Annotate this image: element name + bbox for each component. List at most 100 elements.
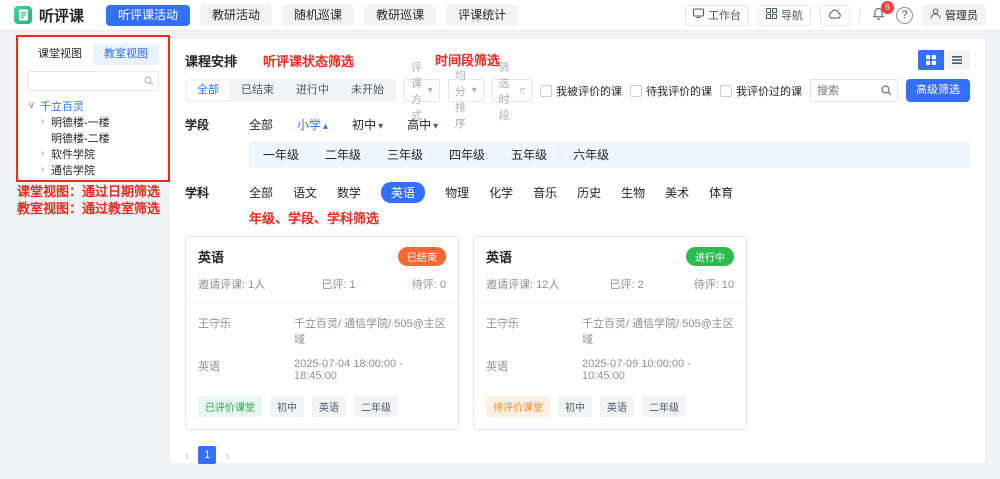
stage-option-primary[interactable]: 小学▴ xyxy=(297,116,328,133)
annotation-status-filter: 听评课状态筛选 xyxy=(263,51,354,70)
status-tab-all[interactable]: 全部 xyxy=(187,81,229,100)
subject-option-all[interactable]: 全部 xyxy=(249,184,273,201)
subject-option-art[interactable]: 美术 xyxy=(665,184,689,201)
chevron-right-icon[interactable]: › xyxy=(38,148,47,159)
checkbox-i-reviewed[interactable]: 我评价过的课 xyxy=(720,83,802,99)
subject-option-pe[interactable]: 体育 xyxy=(709,184,733,201)
top-right-actions: 工作台 导航 6 ? 管理员 xyxy=(685,5,986,26)
status-segmented-control: 全部 已结束 进行中 未开始 xyxy=(185,79,396,102)
tag: 初中 xyxy=(558,396,592,417)
subject-option-math[interactable]: 数学 xyxy=(337,184,361,201)
status-badge: 已结束 xyxy=(398,247,446,266)
subject-option-biology[interactable]: 生物 xyxy=(621,184,645,201)
grade-option-4[interactable]: 四年级 xyxy=(449,146,485,163)
list-view-button[interactable] xyxy=(944,50,970,70)
workbench-button[interactable]: 工作台 xyxy=(685,5,749,26)
tag: 初中 xyxy=(270,396,304,417)
status-tab-in-progress[interactable]: 进行中 xyxy=(286,81,339,100)
stage-options: 全部 小学▴ 初中▾ 高中▾ xyxy=(249,116,438,133)
nav-tab-research[interactable]: 教研活动 xyxy=(200,5,272,26)
tree-node-building2[interactable]: 明德楼-二楼 xyxy=(27,130,159,145)
subject-option-chinese[interactable]: 语文 xyxy=(293,184,317,201)
card-tags: 已评价课堂 初中 英语 二年级 xyxy=(186,388,458,429)
reviewed-count: 已评: 1 xyxy=(321,276,355,292)
method-dropdown[interactable]: 评课方式 ▾ xyxy=(404,79,440,102)
course-card[interactable]: 英语 进行中 邀请评课: 12人 已评: 2 待评: 10 王守乐 千立百灵/ … xyxy=(473,236,747,430)
notifications-button[interactable]: 6 xyxy=(869,6,887,24)
card-title: 英语 xyxy=(198,247,224,266)
chevron-down-icon[interactable]: ∨ xyxy=(27,100,36,111)
nav-tab-statistics[interactable]: 评课统计 xyxy=(446,5,518,26)
tag: 英语 xyxy=(600,396,634,417)
navigation-button[interactable]: 导航 xyxy=(758,5,811,26)
help-button[interactable]: ? xyxy=(896,7,913,24)
subject-option-chemistry[interactable]: 化学 xyxy=(489,184,513,201)
stage-option-senior[interactable]: 高中▾ xyxy=(407,116,438,133)
chevron-right-icon[interactable]: › xyxy=(38,116,47,127)
tab-room-view[interactable]: 教室视图 xyxy=(93,44,159,65)
admin-user-button[interactable]: 管理员 xyxy=(922,5,986,26)
date-range-picker[interactable]: 筛选时段 xyxy=(492,79,532,102)
stage-option-junior[interactable]: 初中▾ xyxy=(352,116,383,133)
stage-option-all[interactable]: 全部 xyxy=(249,116,273,133)
caret-down-icon: ▾ xyxy=(472,85,477,96)
calendar-icon xyxy=(520,85,525,96)
nav-tab-random-patrol[interactable]: 随机巡课 xyxy=(282,5,354,26)
user-icon xyxy=(930,8,941,22)
checkbox-awaiting-my-review[interactable]: 待我评价的课 xyxy=(630,83,712,99)
annotation-grade-filter: 年级、学段、学科筛选 xyxy=(249,208,970,227)
course-search xyxy=(810,79,898,102)
grade-option-3[interactable]: 三年级 xyxy=(387,146,423,163)
sidebar-search-input[interactable] xyxy=(27,71,159,91)
review-status-tag: 待评价课堂 xyxy=(486,396,550,417)
subject-option-history[interactable]: 历史 xyxy=(577,184,601,201)
view-tabs: 课堂视图 教室视图 xyxy=(27,44,159,65)
grid-view-button[interactable] xyxy=(918,50,944,70)
subject-label: 学科 xyxy=(185,184,249,201)
cloud-button[interactable] xyxy=(820,5,850,26)
reviewed-count: 已评: 2 xyxy=(609,276,643,292)
sort-dropdown[interactable]: 平均分排序 ▾ xyxy=(448,79,484,102)
subject-option-physics[interactable]: 物理 xyxy=(445,184,469,201)
nav-tab-research-patrol[interactable]: 教研巡课 xyxy=(364,5,436,26)
divider xyxy=(859,8,860,22)
nav-tab-activity[interactable]: 听评课活动 xyxy=(106,5,190,26)
checkbox-icon[interactable] xyxy=(630,85,642,97)
checkbox-reviewed-of-me[interactable]: 我被评价的课 xyxy=(540,83,622,99)
main-header: 课程安排 听评课状态筛选 时间段筛选 xyxy=(185,50,970,70)
tree-node-building1[interactable]: › 明德楼-一楼 xyxy=(27,114,159,129)
subject-option-english[interactable]: 英语 xyxy=(381,182,425,203)
checkbox-icon[interactable] xyxy=(540,85,552,97)
grade-option-6[interactable]: 六年级 xyxy=(573,146,609,163)
checkbox-icon[interactable] xyxy=(720,85,732,97)
main-panel: 课程安排 听评课状态筛选 时间段筛选 全部 已结束 进行中 未开始 评课方式 ▾… xyxy=(170,39,985,463)
grid-icon xyxy=(766,8,777,22)
pending-count: 待评: 0 xyxy=(412,276,446,292)
room-tree: ∨ 千立百灵 › 明德楼-一楼 明德楼-二楼 › 软件学院 › 通信学院 xyxy=(27,98,159,177)
chevron-right-icon[interactable]: › xyxy=(38,164,47,175)
location: 千立百灵/ 通信学院/ 505@主区域 xyxy=(294,315,446,347)
course-card[interactable]: 英语 已结束 邀请评课: 1人 已评: 1 待评: 0 王守乐 千立百灵/ 通信… xyxy=(185,236,459,430)
monitor-icon xyxy=(693,8,704,22)
subject-option-music[interactable]: 音乐 xyxy=(533,184,557,201)
list-view-icon xyxy=(951,54,963,66)
teacher-name: 王守乐 xyxy=(198,315,294,347)
grade-option-1[interactable]: 一年级 xyxy=(263,146,299,163)
invited-count: 邀请评课: 1人 xyxy=(198,276,265,292)
app-title: 听评课 xyxy=(39,5,84,26)
subject-row: 学科 全部 语文 数学 英语 物理 化学 音乐 历史 生物 美术 体育 xyxy=(185,182,970,203)
page-1-button[interactable]: 1 xyxy=(198,446,216,464)
tree-node-software-college[interactable]: › 软件学院 xyxy=(27,146,159,161)
status-tab-ended[interactable]: 已结束 xyxy=(231,81,284,100)
tree-node-root[interactable]: ∨ 千立百灵 xyxy=(27,98,159,113)
prev-page-button[interactable]: ‹ xyxy=(185,448,189,463)
notification-badge: 6 xyxy=(881,1,894,14)
time-range: 2025-07-09 10:00:00 - 10:45:00 xyxy=(582,358,734,382)
grade-option-5[interactable]: 五年级 xyxy=(511,146,547,163)
next-page-button[interactable]: › xyxy=(225,448,229,463)
advanced-filter-button[interactable]: 高级筛选 xyxy=(906,79,970,102)
tree-node-communication-college[interactable]: › 通信学院 xyxy=(27,162,159,177)
grade-option-2[interactable]: 二年级 xyxy=(325,146,361,163)
tab-classroom-view[interactable]: 课堂视图 xyxy=(27,44,93,65)
status-tab-not-started[interactable]: 未开始 xyxy=(341,81,394,100)
